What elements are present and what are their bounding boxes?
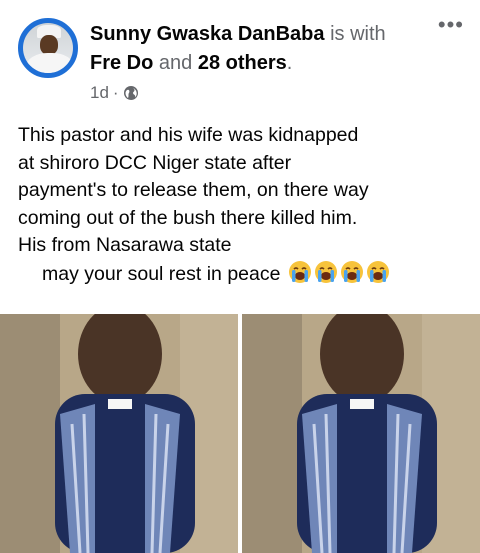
more-options-icon[interactable]: ••• bbox=[438, 14, 464, 36]
is-with-text: is with bbox=[330, 23, 386, 45]
tagged-user-link[interactable]: Fre Do bbox=[90, 52, 153, 74]
post-body: This pastor and his wife was kidnapped a… bbox=[18, 122, 468, 289]
post-text-line: His from Nasarawa state bbox=[18, 234, 232, 257]
post-photo-1[interactable] bbox=[0, 314, 238, 553]
post-text-last-line: may your soul rest in peace bbox=[18, 260, 468, 289]
post-photo-2[interactable] bbox=[242, 314, 480, 553]
post-text-line: coming out of the bush there killed him. bbox=[18, 206, 358, 229]
and-text: and bbox=[158, 52, 193, 74]
emoji-row bbox=[286, 260, 390, 285]
globe-icon bbox=[123, 85, 139, 101]
crying-face-emoji bbox=[314, 260, 337, 283]
post-timestamp[interactable]: 1d bbox=[90, 83, 109, 103]
photo-grid bbox=[0, 314, 480, 553]
post-text-line: may your soul rest in peace bbox=[42, 262, 281, 285]
post-text-line: payment's to release them, on there way bbox=[18, 179, 369, 202]
post-meta: 1d · bbox=[90, 83, 139, 103]
crying-face-emoji bbox=[288, 260, 311, 283]
crying-face-emoji bbox=[366, 260, 389, 283]
tagged-others-link[interactable]: 28 others bbox=[198, 52, 287, 74]
avatar-image bbox=[23, 23, 73, 73]
crying-face-emoji bbox=[340, 260, 363, 283]
post-avatar[interactable] bbox=[18, 18, 78, 78]
post-text-line: This pastor and his wife was kidnapped bbox=[18, 124, 359, 146]
pastor-photo-illustration bbox=[0, 314, 238, 553]
post-text-line: at shiroro DCC Niger state after bbox=[18, 151, 292, 174]
post-header: Sunny Gwaska DanBaba is with Fre Do and … bbox=[90, 23, 386, 74]
author-name-link[interactable]: Sunny Gwaska DanBaba bbox=[90, 23, 325, 45]
pastor-photo-illustration bbox=[242, 314, 480, 553]
